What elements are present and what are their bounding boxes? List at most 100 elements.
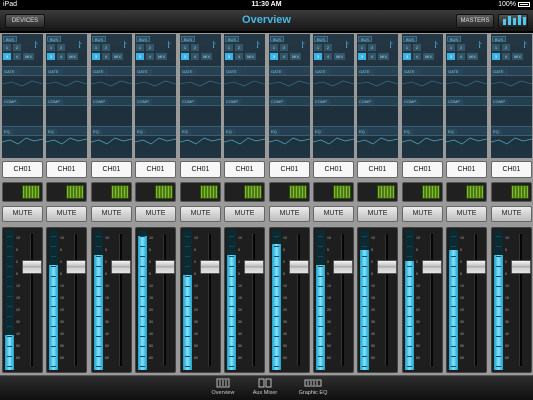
- mute-button[interactable]: MUTE: [446, 206, 487, 222]
- fader-section: 10 5 0 5 10 15 20 30 40 50 60: [46, 227, 87, 373]
- toggle-knob[interactable]: [66, 185, 84, 199]
- channel-processing-display[interactable]: BUS 1 2 3 4 MIX ⸷ GATE COMP EQ: [491, 34, 532, 158]
- channel-name[interactable]: CH01: [135, 161, 176, 178]
- mute-button[interactable]: MUTE: [91, 206, 132, 222]
- channel-processing-display[interactable]: BUS 1 2 3 4 MIX ⸷ GATE COMP EQ: [446, 34, 487, 158]
- toggle-knob[interactable]: [244, 185, 262, 199]
- fader-cap[interactable]: [289, 260, 309, 274]
- mute-button[interactable]: MUTE: [313, 206, 354, 222]
- toggle-knob[interactable]: [377, 185, 395, 199]
- scale-label: 10: [327, 284, 331, 288]
- toggle-knob[interactable]: [111, 185, 129, 199]
- fader-cap[interactable]: [155, 260, 175, 274]
- toggle-knob[interactable]: [466, 185, 484, 199]
- channel-name[interactable]: CH01: [269, 161, 310, 178]
- channel-name[interactable]: CH01: [2, 161, 43, 178]
- fader-track[interactable]: [474, 234, 477, 366]
- scale-label: 60: [16, 356, 20, 360]
- fader-track[interactable]: [430, 234, 433, 366]
- toggle-knob[interactable]: [333, 185, 351, 199]
- channel-strip: BUS 1 2 3 4 MIX ⸷ GATE COMP EQ CH01 MUTE 10 5 0 5 10 15 20…: [489, 33, 532, 375]
- toggle-knob[interactable]: [200, 185, 218, 199]
- fader-cap[interactable]: [511, 260, 531, 274]
- fader-track[interactable]: [341, 234, 344, 366]
- channel-on-toggle[interactable]: [46, 182, 87, 202]
- mute-button[interactable]: MUTE: [402, 206, 443, 222]
- channel-name[interactable]: CH01: [46, 161, 87, 178]
- fader-track[interactable]: [252, 234, 255, 366]
- mute-button[interactable]: MUTE: [46, 206, 87, 222]
- fader-cap[interactable]: [111, 260, 131, 274]
- channel-processing-display[interactable]: BUS 1 2 3 4 MIX ⸷ GATE COMP EQ: [91, 34, 132, 158]
- channel-on-toggle[interactable]: [313, 182, 354, 202]
- toggle-knob[interactable]: [22, 185, 40, 199]
- mute-button[interactable]: MUTE: [180, 206, 221, 222]
- fader-track[interactable]: [163, 234, 166, 366]
- fader-track[interactable]: [30, 234, 33, 366]
- toggle-knob[interactable]: [511, 185, 529, 199]
- channel-on-toggle[interactable]: [91, 182, 132, 202]
- fader-cap[interactable]: [333, 260, 353, 274]
- fader-track[interactable]: [385, 234, 388, 366]
- channel-processing-display[interactable]: BUS 1 2 3 4 MIX ⸷ GATE COMP EQ: [402, 34, 443, 158]
- channel-on-toggle[interactable]: [2, 182, 43, 202]
- channel-name[interactable]: CH01: [313, 161, 354, 178]
- channel-on-toggle[interactable]: [446, 182, 487, 202]
- scale-label: 40: [149, 332, 153, 336]
- channel-on-toggle[interactable]: [135, 182, 176, 202]
- fader-cap[interactable]: [244, 260, 264, 274]
- channel-processing-display[interactable]: BUS 1 2 3 4 MIX ⸷ GATE COMP EQ: [224, 34, 265, 158]
- tab-overview[interactable]: Overview: [203, 378, 243, 396]
- scale-label: 30: [327, 320, 331, 324]
- fader-cap[interactable]: [66, 260, 86, 274]
- scale-label: 10: [238, 284, 242, 288]
- channel-processing-display[interactable]: BUS 1 2 3 4 MIX ⸷ GATE COMP EQ: [46, 34, 87, 158]
- channel-name[interactable]: CH01: [357, 161, 398, 178]
- channel-processing-display[interactable]: BUS 1 2 3 4 MIX ⸷ GATE COMP EQ: [313, 34, 354, 158]
- tab-aux-mixer[interactable]: Aux Mixer: [245, 378, 285, 396]
- channel-name[interactable]: CH01: [91, 161, 132, 178]
- channel-processing-display[interactable]: BUS 1 2 3 4 MIX ⸷ GATE COMP EQ: [269, 34, 310, 158]
- channel-processing-display[interactable]: BUS 1 2 3 4 MIX ⸷ GATE COMP EQ: [2, 34, 43, 158]
- fader-cap[interactable]: [200, 260, 220, 274]
- scale-label: 15: [460, 296, 464, 300]
- mute-button[interactable]: MUTE: [224, 206, 265, 222]
- channel-on-toggle[interactable]: [224, 182, 265, 202]
- fader-cap[interactable]: [422, 260, 442, 274]
- fader-track[interactable]: [519, 234, 522, 366]
- channel-processing-display[interactable]: BUS 1 2 3 4 MIX ⸷ GATE COMP EQ: [180, 34, 221, 158]
- fader-track[interactable]: [297, 234, 300, 366]
- mute-button[interactable]: MUTE: [135, 206, 176, 222]
- toggle-knob[interactable]: [422, 185, 440, 199]
- channel-on-toggle[interactable]: [180, 182, 221, 202]
- mute-button[interactable]: MUTE: [357, 206, 398, 222]
- scale-label: 5: [238, 248, 240, 252]
- channel-name[interactable]: CH01: [224, 161, 265, 178]
- channel-name[interactable]: CH01: [491, 161, 532, 178]
- channel-on-toggle[interactable]: [491, 182, 532, 202]
- scale-label: 30: [283, 320, 287, 324]
- channel-on-toggle[interactable]: [357, 182, 398, 202]
- scale-label: 15: [60, 296, 64, 300]
- toggle-knob[interactable]: [289, 185, 307, 199]
- channel-name[interactable]: CH01: [180, 161, 221, 178]
- fader-cap[interactable]: [22, 260, 42, 274]
- channel-processing-display[interactable]: BUS 1 2 3 4 MIX ⸷ GATE COMP EQ: [135, 34, 176, 158]
- fader-track[interactable]: [208, 234, 211, 366]
- fader-cap[interactable]: [377, 260, 397, 274]
- mute-button[interactable]: MUTE: [269, 206, 310, 222]
- mute-button[interactable]: MUTE: [491, 206, 532, 222]
- mute-button[interactable]: MUTE: [2, 206, 43, 222]
- tab-graphic-eq[interactable]: Graphic EQ: [293, 378, 333, 396]
- fader-track[interactable]: [74, 234, 77, 366]
- masters-button[interactable]: MASTERS: [456, 14, 494, 28]
- channel-processing-display[interactable]: BUS 1 2 3 4 MIX ⸷ GATE COMP EQ: [357, 34, 398, 158]
- channel-on-toggle[interactable]: [269, 182, 310, 202]
- channel-name[interactable]: CH01: [446, 161, 487, 178]
- toggle-knob[interactable]: [155, 185, 173, 199]
- fader-cap[interactable]: [466, 260, 486, 274]
- channel-on-toggle[interactable]: [402, 182, 443, 202]
- fader-track[interactable]: [119, 234, 122, 366]
- master-meter-icon[interactable]: [498, 14, 528, 28]
- channel-name[interactable]: CH01: [402, 161, 443, 178]
